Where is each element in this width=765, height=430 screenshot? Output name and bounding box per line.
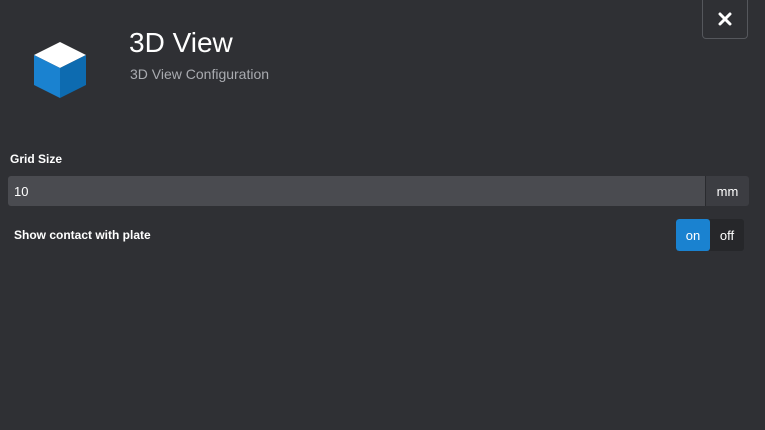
grid-size-input-group: mm xyxy=(8,176,749,206)
page-subtitle: 3D View Configuration xyxy=(130,66,270,82)
toggle-off-button[interactable]: off xyxy=(710,219,744,251)
grid-size-unit: mm xyxy=(705,176,749,206)
contact-with-plate-toggle: on off xyxy=(676,219,744,251)
grid-size-label: Grid Size xyxy=(10,152,63,166)
config-dialog: 3D View 3D View Configuration Grid Size … xyxy=(0,0,765,430)
close-button[interactable] xyxy=(702,0,748,39)
toggle-on-button[interactable]: on xyxy=(676,219,710,251)
grid-size-input[interactable] xyxy=(8,176,705,206)
cube-icon xyxy=(34,42,86,98)
contact-with-plate-label: Show contact with plate xyxy=(14,228,151,242)
close-icon xyxy=(718,12,732,26)
page-title: 3D View xyxy=(129,27,233,58)
